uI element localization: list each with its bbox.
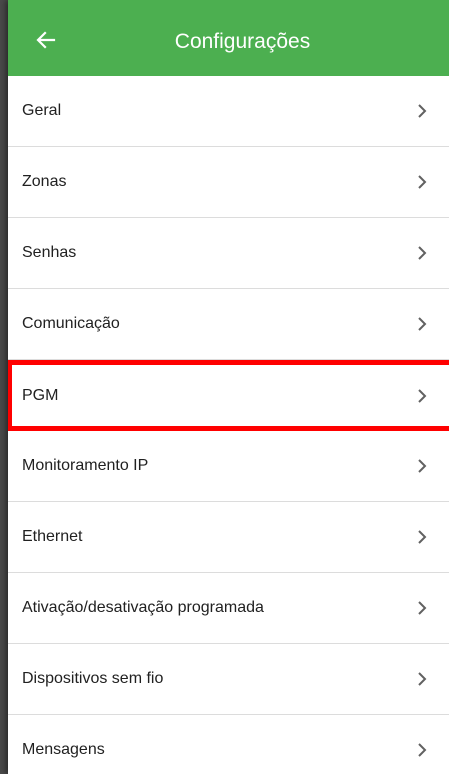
settings-item-label: Mensagens bbox=[22, 741, 105, 758]
settings-item-label: Ativação/desativação programada bbox=[22, 599, 264, 616]
chevron-right-icon bbox=[415, 670, 429, 688]
settings-item-label: Senhas bbox=[22, 244, 77, 261]
settings-item-label: Dispositivos sem fio bbox=[22, 670, 164, 687]
settings-item-ativacao-programada[interactable]: Ativação/desativação programada bbox=[8, 573, 449, 644]
chevron-right-icon bbox=[415, 741, 429, 759]
page-title: Configurações bbox=[174, 30, 311, 53]
chevron-right-icon bbox=[415, 457, 429, 475]
chevron-right-icon bbox=[415, 528, 429, 546]
settings-item-geral[interactable]: Geral bbox=[8, 76, 449, 147]
chevron-right-icon bbox=[415, 599, 429, 617]
settings-item-label: Ethernet bbox=[22, 528, 83, 545]
settings-item-mensagens[interactable]: Mensagens bbox=[8, 715, 449, 774]
settings-list: Geral Zonas Senhas Comunicação PGM Monit… bbox=[8, 76, 449, 774]
settings-item-ethernet[interactable]: Ethernet bbox=[8, 502, 449, 573]
settings-item-label: Zonas bbox=[22, 173, 67, 190]
settings-item-label: Geral bbox=[22, 102, 62, 119]
app-bar: Configurações bbox=[8, 0, 449, 76]
chevron-right-icon bbox=[415, 173, 429, 191]
chevron-right-icon bbox=[415, 315, 429, 333]
settings-item-label: Monitoramento IP bbox=[22, 457, 149, 474]
settings-item-zonas[interactable]: Zonas bbox=[8, 147, 449, 218]
settings-item-comunicacao[interactable]: Comunicação bbox=[8, 289, 449, 360]
app-screen: Configurações Geral Zonas Senhas Comunic… bbox=[8, 0, 449, 774]
chevron-right-icon bbox=[415, 244, 429, 262]
settings-item-label: PGM bbox=[22, 386, 59, 404]
settings-item-label: Comunicação bbox=[22, 315, 120, 332]
settings-item-dispositivos-sem-fio[interactable]: Dispositivos sem fio bbox=[8, 644, 449, 715]
chevron-right-icon bbox=[415, 102, 429, 120]
settings-item-monitoramento-ip[interactable]: Monitoramento IP bbox=[8, 431, 449, 502]
settings-item-senhas[interactable]: Senhas bbox=[8, 218, 449, 289]
settings-item-pgm[interactable]: PGM bbox=[8, 360, 449, 431]
chevron-right-icon bbox=[415, 387, 429, 405]
